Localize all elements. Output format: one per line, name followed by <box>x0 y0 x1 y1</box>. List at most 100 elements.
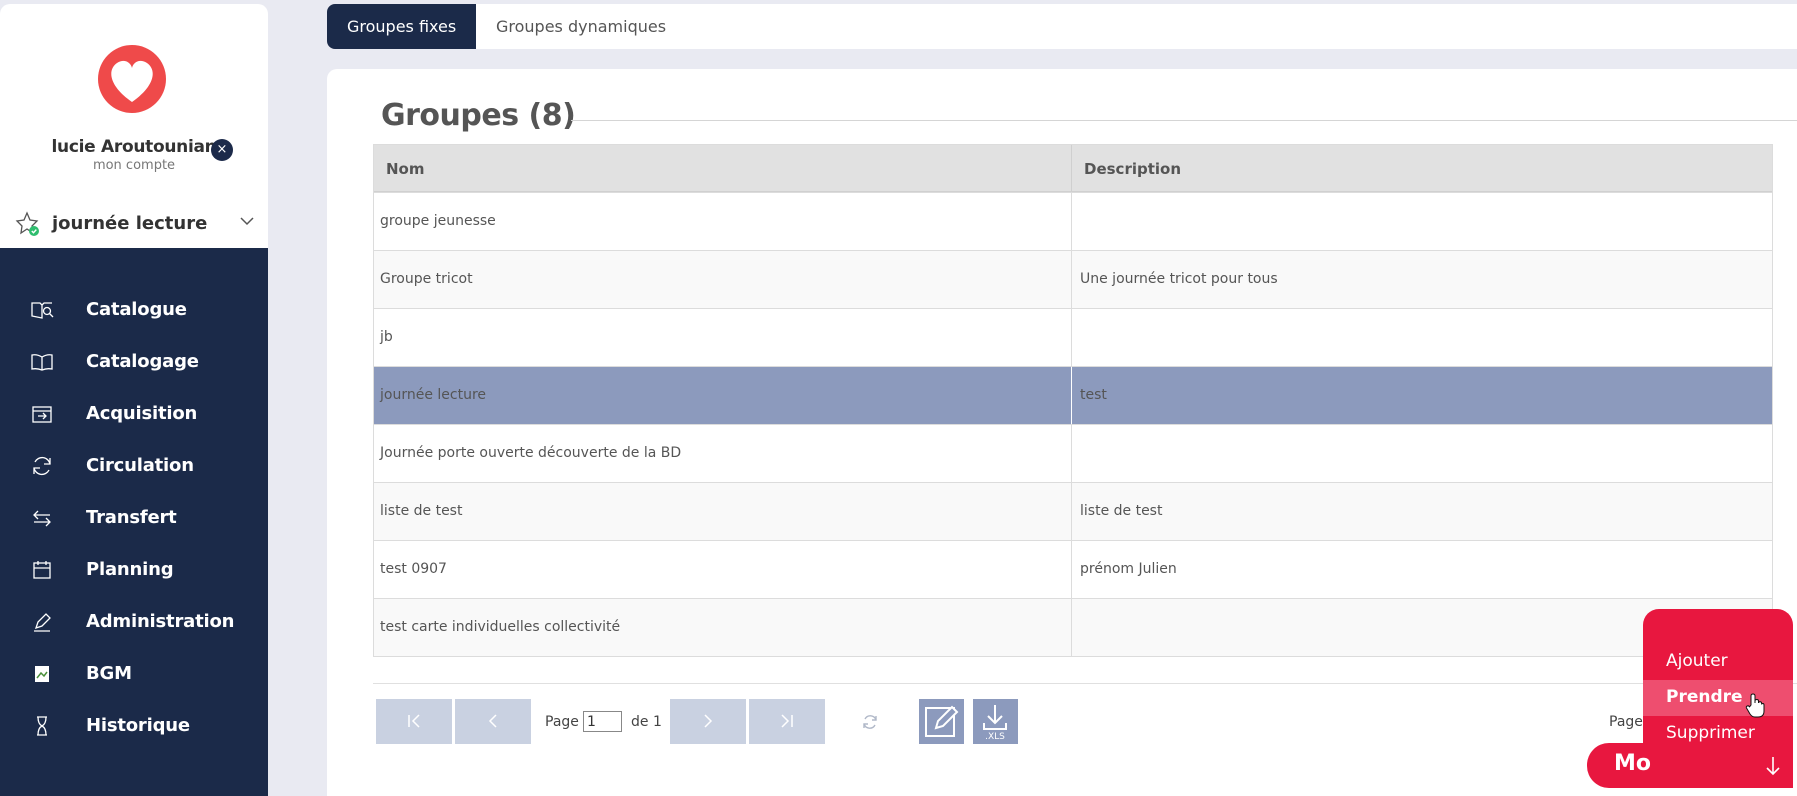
table-header: Nom Description <box>374 145 1772 192</box>
calendar-icon <box>33 561 51 579</box>
cell-nom: jb <box>380 329 393 345</box>
tab-groupes-fixes[interactable]: Groupes fixes <box>327 4 477 49</box>
column-divider <box>1071 193 1072 250</box>
nav-item-label: Circulation <box>86 455 194 476</box>
group-selector[interactable]: journée lecture <box>15 209 255 239</box>
cell-description: Une journée tricot pour tous <box>1080 271 1278 287</box>
svg-text:.XLS: .XLS <box>985 732 1005 742</box>
page-count-label: de 1 <box>631 714 662 730</box>
last-page-icon <box>781 714 793 728</box>
swap-arrows-icon <box>33 510 51 527</box>
cell-nom: groupe jeunesse <box>380 213 496 229</box>
table-row-selected[interactable]: journée lecture test <box>374 366 1772 424</box>
table-row[interactable]: Groupe tricot Une journée tricot pour to… <box>374 250 1772 308</box>
nav-item-catalogage[interactable]: Catalogage <box>0 340 268 384</box>
cell-nom: Journée porte ouverte découverte de la B… <box>380 445 682 461</box>
table-row[interactable]: Journée porte ouverte découverte de la B… <box>374 424 1772 482</box>
open-book-icon <box>31 354 53 371</box>
refresh-icon[interactable] <box>861 713 879 731</box>
hand-cursor-icon <box>1745 693 1765 718</box>
more-actions-label: Mo <box>1614 751 1652 776</box>
page-title: Groupes (8) <box>381 98 576 133</box>
cell-nom: journée lecture <box>380 387 487 403</box>
pager-divider <box>373 683 1797 684</box>
column-divider <box>1071 145 1072 191</box>
first-page-button[interactable] <box>376 699 452 744</box>
column-header-nom[interactable]: Nom <box>386 160 425 178</box>
broken-image-icon <box>35 666 49 682</box>
nav-item-circulation[interactable]: Circulation <box>0 444 268 488</box>
nav-item-acquisition[interactable]: Acquisition <box>0 392 268 436</box>
menu-item-prendre[interactable]: Prendre <box>1643 680 1793 716</box>
edit-button[interactable] <box>919 699 964 744</box>
download-xls-icon: .XLS <box>983 705 1007 742</box>
groups-table: Nom Description groupe jeunesse Groupe t… <box>373 144 1773 657</box>
table-row[interactable]: jb <box>374 308 1772 366</box>
nav-item-label: Planning <box>86 559 174 580</box>
acquisition-icon <box>32 406 52 423</box>
last-page-button[interactable] <box>749 699 825 744</box>
cell-description: prénom Julien <box>1080 561 1177 577</box>
page-number-input[interactable] <box>583 711 622 732</box>
first-page-icon <box>408 714 420 728</box>
cell-description: liste de test <box>1080 503 1163 519</box>
chevron-left-icon <box>488 714 497 728</box>
cell-description: test <box>1080 387 1107 403</box>
table-row[interactable]: test carte individuelles collectivité <box>374 598 1772 656</box>
nav-item-administration[interactable]: Administration <box>0 600 268 644</box>
column-divider <box>1071 541 1072 598</box>
nav-item-label: Historique <box>86 715 190 736</box>
nav-item-historique[interactable]: Historique <box>0 704 268 748</box>
chevron-down-icon <box>240 217 254 226</box>
nav-item-label: Catalogue <box>86 299 187 320</box>
next-page-button[interactable] <box>670 699 746 744</box>
chevron-right-icon <box>704 714 713 728</box>
column-header-description[interactable]: Description <box>1084 160 1181 178</box>
heart-logo-icon <box>95 44 170 114</box>
page-label: Page <box>545 714 579 730</box>
column-divider <box>1071 367 1072 424</box>
more-actions-button[interactable]: Mo <box>1587 743 1793 788</box>
cell-nom: Groupe tricot <box>380 271 473 287</box>
nav-item-label: Catalogage <box>86 351 199 372</box>
tab-groupes-dynamiques[interactable]: Groupes dynamiques <box>476 4 686 49</box>
page-info-label: Page <box>1609 714 1643 730</box>
export-xls-button[interactable]: .XLS <box>973 699 1018 744</box>
arrow-down-icon <box>1766 757 1780 776</box>
nav-item-catalogue[interactable]: Catalogue <box>0 288 268 332</box>
nav-item-bgm[interactable]: BGM <box>0 652 268 696</box>
nav-item-label: BGM <box>86 663 132 684</box>
previous-page-button[interactable] <box>455 699 531 744</box>
column-divider <box>1071 599 1072 656</box>
table-row[interactable]: test 0907 prénom Julien <box>374 540 1772 598</box>
nav-item-planning[interactable]: Planning <box>0 548 268 592</box>
account-link[interactable]: mon compte <box>0 158 268 173</box>
pen-icon <box>34 613 51 632</box>
column-divider <box>1071 309 1072 366</box>
cell-nom: test 0907 <box>380 561 447 577</box>
nav-item-label: Acquisition <box>86 403 198 424</box>
hourglass-icon <box>37 716 47 736</box>
book-search-icon <box>31 302 54 319</box>
current-group-label: journée lecture <box>52 213 208 234</box>
refresh-icon <box>33 456 51 476</box>
nav-item-label: Transfert <box>86 507 177 528</box>
table-row[interactable]: groupe jeunesse <box>374 192 1772 250</box>
edit-icon <box>925 705 959 737</box>
nav-item-transfert[interactable]: Transfert <box>0 496 268 540</box>
cell-nom: liste de test <box>380 503 463 519</box>
column-divider <box>1071 425 1072 482</box>
table-row[interactable]: liste de test liste de test <box>374 482 1772 540</box>
star-icon <box>15 211 39 236</box>
title-divider <box>571 120 1797 121</box>
menu-item-ajouter[interactable]: Ajouter <box>1643 644 1793 680</box>
sidebar: lucie Aroutounian × mon compte journée l… <box>0 4 268 796</box>
nav-item-label: Administration <box>86 611 235 632</box>
cell-nom: test carte individuelles collectivité <box>380 619 621 635</box>
groups-panel: Groupes (8) Nom Description groupe jeune… <box>327 69 1797 796</box>
group-tabs: Groupes fixes Groupes dynamiques <box>327 4 1797 49</box>
column-divider <box>1071 251 1072 308</box>
main-nav: Catalogue Catalogage Acquisition Circula… <box>0 248 268 796</box>
column-divider <box>1071 483 1072 540</box>
user-panel: lucie Aroutounian × mon compte journée l… <box>0 4 268 248</box>
